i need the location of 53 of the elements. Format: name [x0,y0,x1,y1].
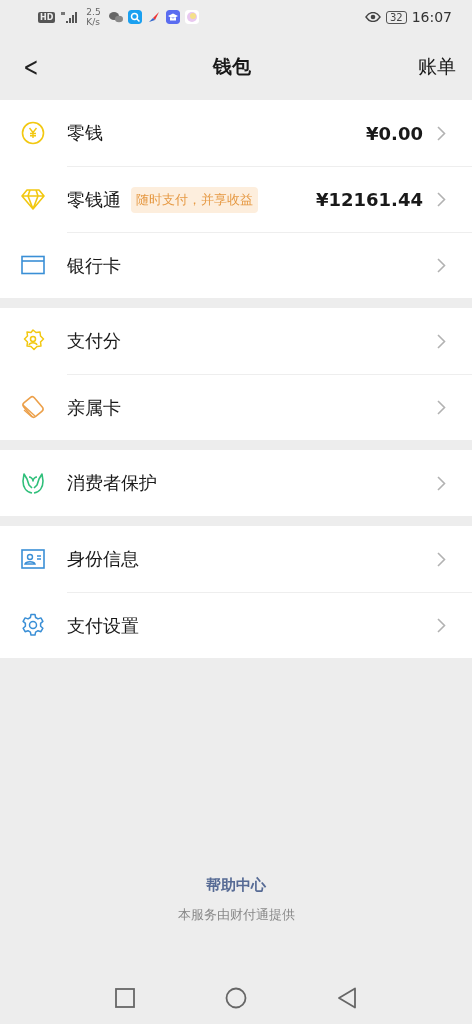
yuan-coin-icon [21,121,45,145]
menu-item[interactable]: 支付分 [67,308,472,374]
item-label: 身份信息 [67,547,139,571]
chevron-right-icon [437,400,446,415]
item-label: 零钱通 [67,187,121,212]
badge-person-icon [21,329,45,353]
eye-icon [364,12,381,22]
balance-amount: ¥12161.44 [315,189,423,210]
back-icon[interactable] [337,987,357,1009]
chevron-right-icon [437,125,446,141]
graduation-app-icon [165,10,180,24]
chevron-right-icon [437,475,446,491]
item-label: 亲属卡 [67,395,121,420]
chevron-right-icon [437,618,446,633]
clock-time: 16:07 [411,9,452,25]
search-app-icon [127,10,142,24]
page-title: 钱包 [211,54,252,79]
chat-app-icon [108,11,123,23]
circle-app-icon [184,10,199,24]
speed-text: 2.5 [86,7,101,17]
card-icon [21,255,45,275]
back-button[interactable]: < [20,52,42,82]
item-label: 零钱 [67,121,103,145]
menu-item[interactable]: 零钱 ¥0.00 [67,100,472,166]
item-label: 支付设置 [67,613,139,638]
item-label: 支付分 [67,329,121,353]
menu-item[interactable]: 银行卡 [67,231,472,299]
chevron-right-icon [437,551,446,567]
settings-icon [21,613,45,637]
chevron-right-icon [437,258,446,273]
menu-item[interactable]: 身份信息 [67,526,472,592]
recents-icon[interactable] [115,988,135,1008]
cards-icon [21,395,45,419]
balance-amount: ¥0.00 [366,122,423,144]
id-card-icon [21,549,45,569]
hd-badge: HD [38,11,56,23]
provider-note: 本服务由财付通提供 [177,906,295,924]
item-label: 银行卡 [67,253,121,278]
menu-item[interactable]: 亲属卡 [67,373,472,441]
menu-item[interactable]: 零钱通 随时支付，并享收益 ¥12161.44 [67,165,472,233]
home-icon[interactable] [225,987,247,1009]
menu-item[interactable]: 支付设置 [67,591,472,659]
bill-link[interactable]: 账单 [418,54,456,80]
signal-icon [60,11,79,23]
chevron-right-icon [437,333,446,349]
hands-icon [21,471,45,495]
help-center-link[interactable]: 帮助中心 [200,875,272,896]
promo-tag: 随时支付，并享收益 [131,186,258,213]
battery-level: 32 [385,10,407,24]
speed-unit: K/s [86,17,101,27]
diamond-icon [21,188,45,210]
item-label: 消费者保护 [67,471,157,495]
chevron-right-icon [437,192,446,207]
